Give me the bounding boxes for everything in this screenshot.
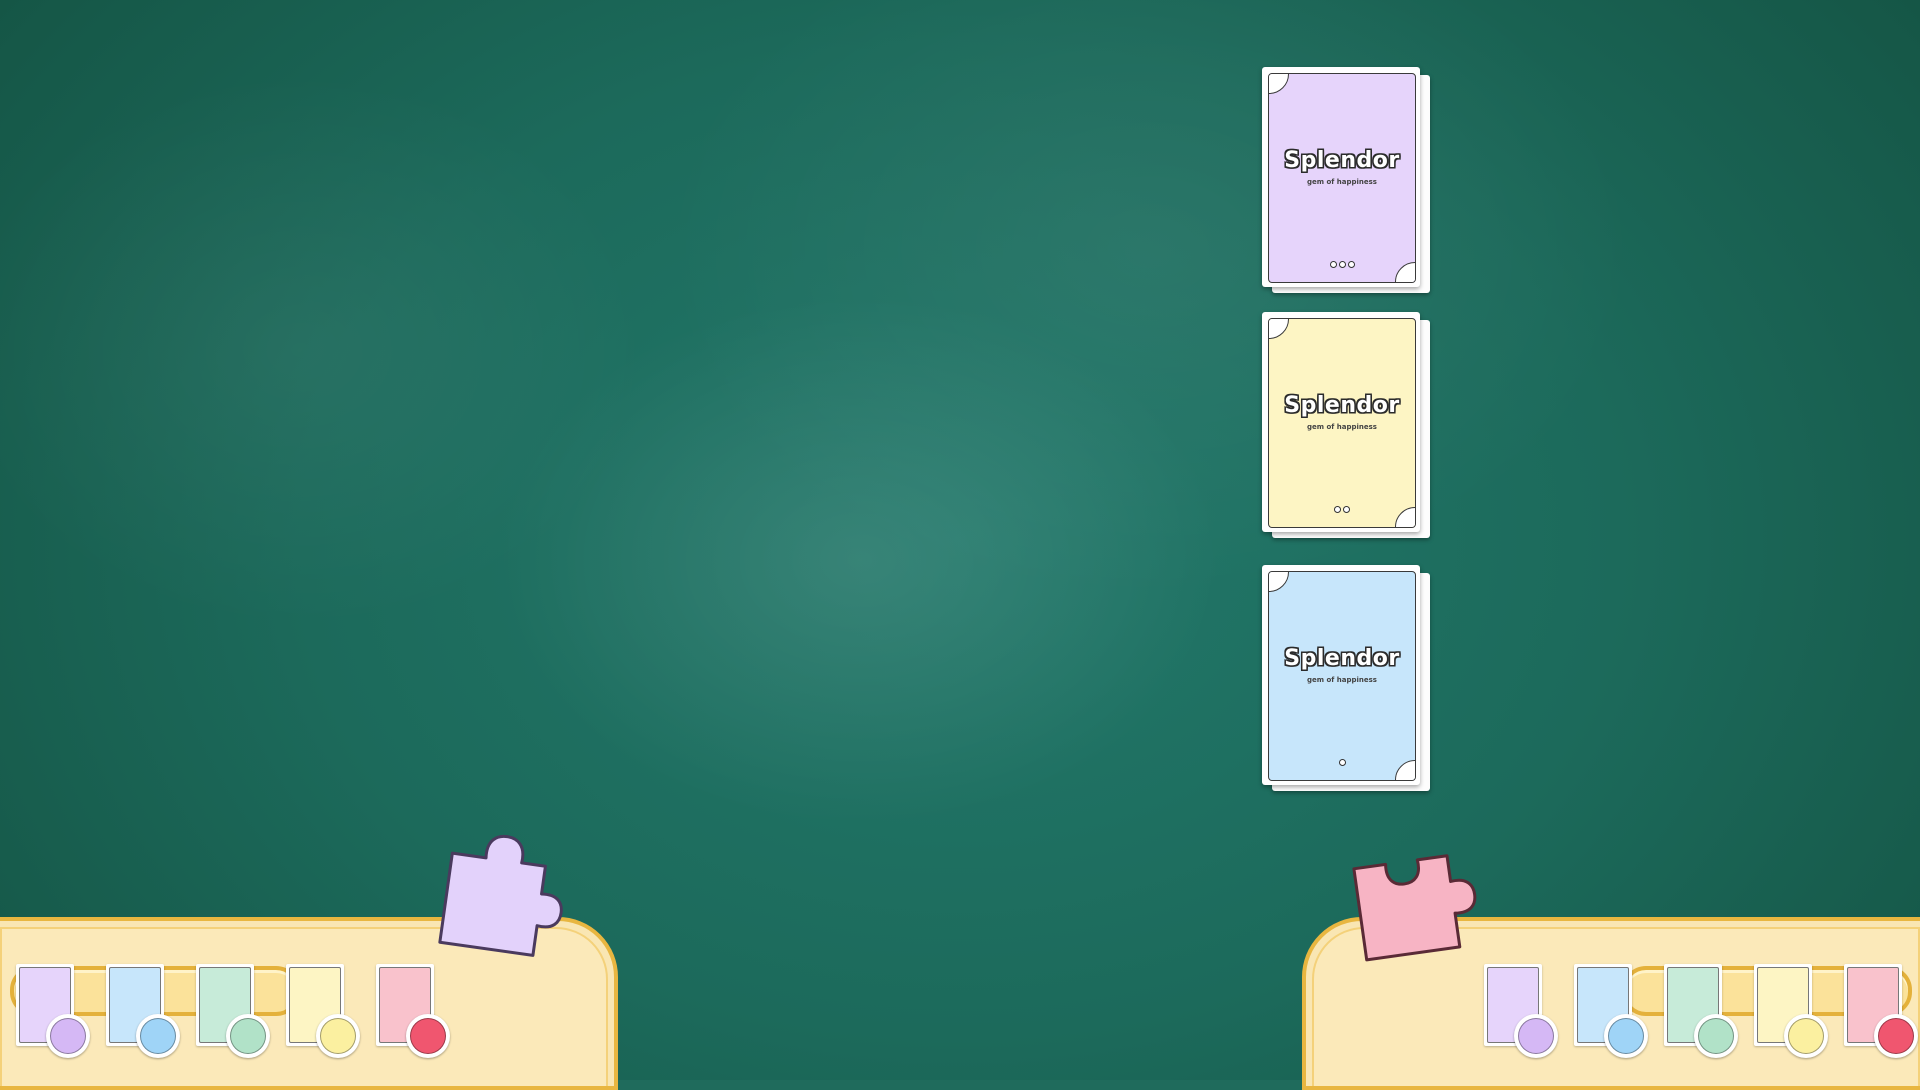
gem-token-core [1518, 1018, 1554, 1054]
gem-token-red[interactable] [1874, 1014, 1918, 1058]
deck-title: Splendor [1284, 148, 1400, 173]
gem-token-yellow[interactable] [1784, 1014, 1828, 1058]
gem-slot-red[interactable] [1844, 964, 1918, 1064]
card-face: Splendor gem of happiness [1268, 571, 1416, 781]
gem-slot-green[interactable] [1664, 964, 1738, 1064]
deck-top-card[interactable]: Splendor gem of happiness [1262, 67, 1420, 287]
gem-token-core [410, 1018, 446, 1054]
gem-slot-green[interactable] [196, 964, 270, 1064]
level-pip [1343, 506, 1350, 513]
gem-token-core [50, 1018, 86, 1054]
level-pip [1329, 261, 1337, 268]
gem-token-core [1878, 1018, 1914, 1054]
deck-level-pips [1269, 261, 1415, 268]
gem-token-green[interactable] [1694, 1014, 1738, 1058]
gem-token-yellow[interactable] [316, 1014, 360, 1058]
gem-token-purple[interactable] [1514, 1014, 1558, 1058]
gem-token-core [320, 1018, 356, 1054]
gem-slot-blue[interactable] [106, 964, 180, 1064]
gem-slots [16, 964, 450, 1064]
gem-slot-yellow[interactable] [1754, 964, 1828, 1064]
deck-tier-2[interactable]: Splendor gem of happiness [1262, 312, 1432, 538]
deck-tier-1[interactable]: Splendor gem of happiness [1262, 565, 1432, 791]
deck-title: Splendor [1284, 646, 1400, 671]
gem-slot-blue[interactable] [1574, 964, 1648, 1064]
deck-subtitle: gem of happiness [1307, 178, 1377, 186]
gem-token-core [1608, 1018, 1644, 1054]
gem-token-green[interactable] [226, 1014, 270, 1058]
card-face: Splendor gem of happiness [1268, 318, 1416, 528]
deck-tier-3[interactable]: Splendor gem of happiness [1262, 67, 1432, 293]
deck-top-card[interactable]: Splendor gem of happiness [1262, 565, 1420, 785]
gem-slot-purple[interactable] [1484, 964, 1558, 1064]
level-pip [1338, 261, 1346, 268]
gem-token-core [140, 1018, 176, 1054]
deck-level-pips [1269, 506, 1415, 513]
card-face: Splendor gem of happiness [1268, 73, 1416, 283]
gem-token-blue[interactable] [136, 1014, 180, 1058]
gem-slot-red[interactable] [376, 964, 450, 1064]
level-pip [1334, 506, 1341, 513]
deck-subtitle: gem of happiness [1307, 423, 1377, 431]
gem-slot-yellow[interactable] [286, 964, 360, 1064]
card-corner [1269, 74, 1289, 94]
puzzle-piece-pink-icon[interactable] [1350, 848, 1490, 968]
gem-token-red[interactable] [406, 1014, 450, 1058]
puzzle-piece-purple-icon[interactable] [428, 832, 568, 972]
deck-title: Splendor [1284, 393, 1400, 418]
card-corner [1269, 572, 1289, 592]
card-corner [1269, 319, 1289, 339]
level-pip [1338, 759, 1346, 766]
deck-level-pips [1269, 759, 1415, 766]
gem-slot-purple[interactable] [16, 964, 90, 1064]
deck-top-card[interactable]: Splendor gem of happiness [1262, 312, 1420, 532]
gem-token-core [230, 1018, 266, 1054]
gem-token-purple[interactable] [46, 1014, 90, 1058]
deck-subtitle: gem of happiness [1307, 676, 1377, 684]
level-pip [1347, 261, 1355, 268]
gem-token-blue[interactable] [1604, 1014, 1648, 1058]
gem-slots [1484, 964, 1918, 1064]
gem-token-core [1788, 1018, 1824, 1054]
gem-token-core [1698, 1018, 1734, 1054]
